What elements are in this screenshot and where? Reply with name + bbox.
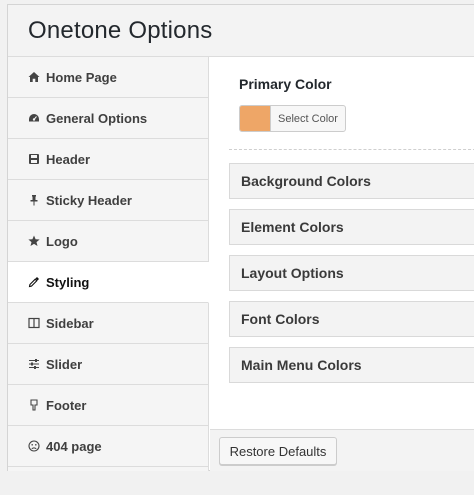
options-sidebar: Home Page General Options Header Sticky … — [8, 57, 209, 471]
sidebar-item-label: Logo — [46, 233, 78, 249]
options-header: Onetone Options — [8, 5, 474, 57]
sidebar-item-label: Styling — [46, 274, 90, 290]
color-swatch[interactable] — [240, 106, 271, 131]
sidebar-item-logo[interactable]: Logo — [8, 221, 208, 262]
star-icon — [28, 235, 40, 247]
page-title: Onetone Options — [28, 17, 213, 44]
sidebar-item-general-options[interactable]: General Options — [8, 98, 208, 139]
section-background-colors[interactable]: Background Colors — [229, 163, 474, 199]
section-label: Element Colors — [241, 219, 344, 235]
save-icon — [28, 153, 40, 165]
home-icon — [28, 71, 40, 83]
section-label: Layout Options — [241, 265, 344, 281]
hand-down-icon — [28, 399, 40, 411]
dashed-divider — [229, 149, 474, 150]
eyedropper-icon — [28, 276, 40, 288]
sidebar-item-label: 404 page — [46, 438, 102, 454]
sidebar-item-footer[interactable]: Footer — [8, 385, 208, 426]
section-layout-options[interactable]: Layout Options — [229, 255, 474, 291]
sidebar-item-label: Sticky Header — [46, 192, 132, 208]
sidebar-item-header[interactable]: Header — [8, 139, 208, 180]
options-panel: Onetone Options Home Page General Option… — [7, 4, 474, 471]
section-label: Font Colors — [241, 311, 320, 327]
primary-color-picker[interactable]: Select Color — [239, 105, 346, 132]
section-label: Background Colors — [241, 173, 371, 189]
sidebar-item-slider[interactable]: Slider — [8, 344, 208, 385]
sidebar-item-label: Home Page — [46, 69, 117, 85]
sidebar-item-label: Footer — [46, 397, 87, 413]
sidebar-item-sidebar[interactable]: Sidebar — [8, 303, 208, 344]
columns-icon — [28, 317, 40, 329]
select-color-button[interactable]: Select Color — [271, 106, 345, 131]
sidebar-item-label: General Options — [46, 110, 148, 126]
pin-icon — [28, 194, 40, 206]
sad-face-icon — [28, 440, 40, 452]
options-content: Primary Color Select Color Background Co… — [210, 57, 474, 471]
restore-defaults-button[interactable]: Restore Defaults — [219, 437, 337, 465]
sidebar-item-sticky-header[interactable]: Sticky Header — [8, 180, 208, 221]
options-footer: Restore Defaults — [210, 429, 474, 471]
sidebar-item-styling[interactable]: Styling — [8, 262, 209, 303]
sidebar-item-home-page[interactable]: Home Page — [8, 57, 208, 98]
sidebar-item-label: Header — [46, 151, 91, 167]
sliders-icon — [28, 358, 40, 370]
section-label: Main Menu Colors — [241, 357, 362, 373]
sidebar-item-label: Slider — [46, 356, 83, 372]
dashboard-icon — [28, 112, 40, 124]
sidebar-item-404-page[interactable]: 404 page — [8, 426, 208, 467]
section-font-colors[interactable]: Font Colors — [229, 301, 474, 337]
sidebar-item-label: Sidebar — [46, 315, 94, 331]
section-element-colors[interactable]: Element Colors — [229, 209, 474, 245]
section-main-menu-colors[interactable]: Main Menu Colors — [229, 347, 474, 383]
primary-color-label: Primary Color — [239, 76, 332, 92]
